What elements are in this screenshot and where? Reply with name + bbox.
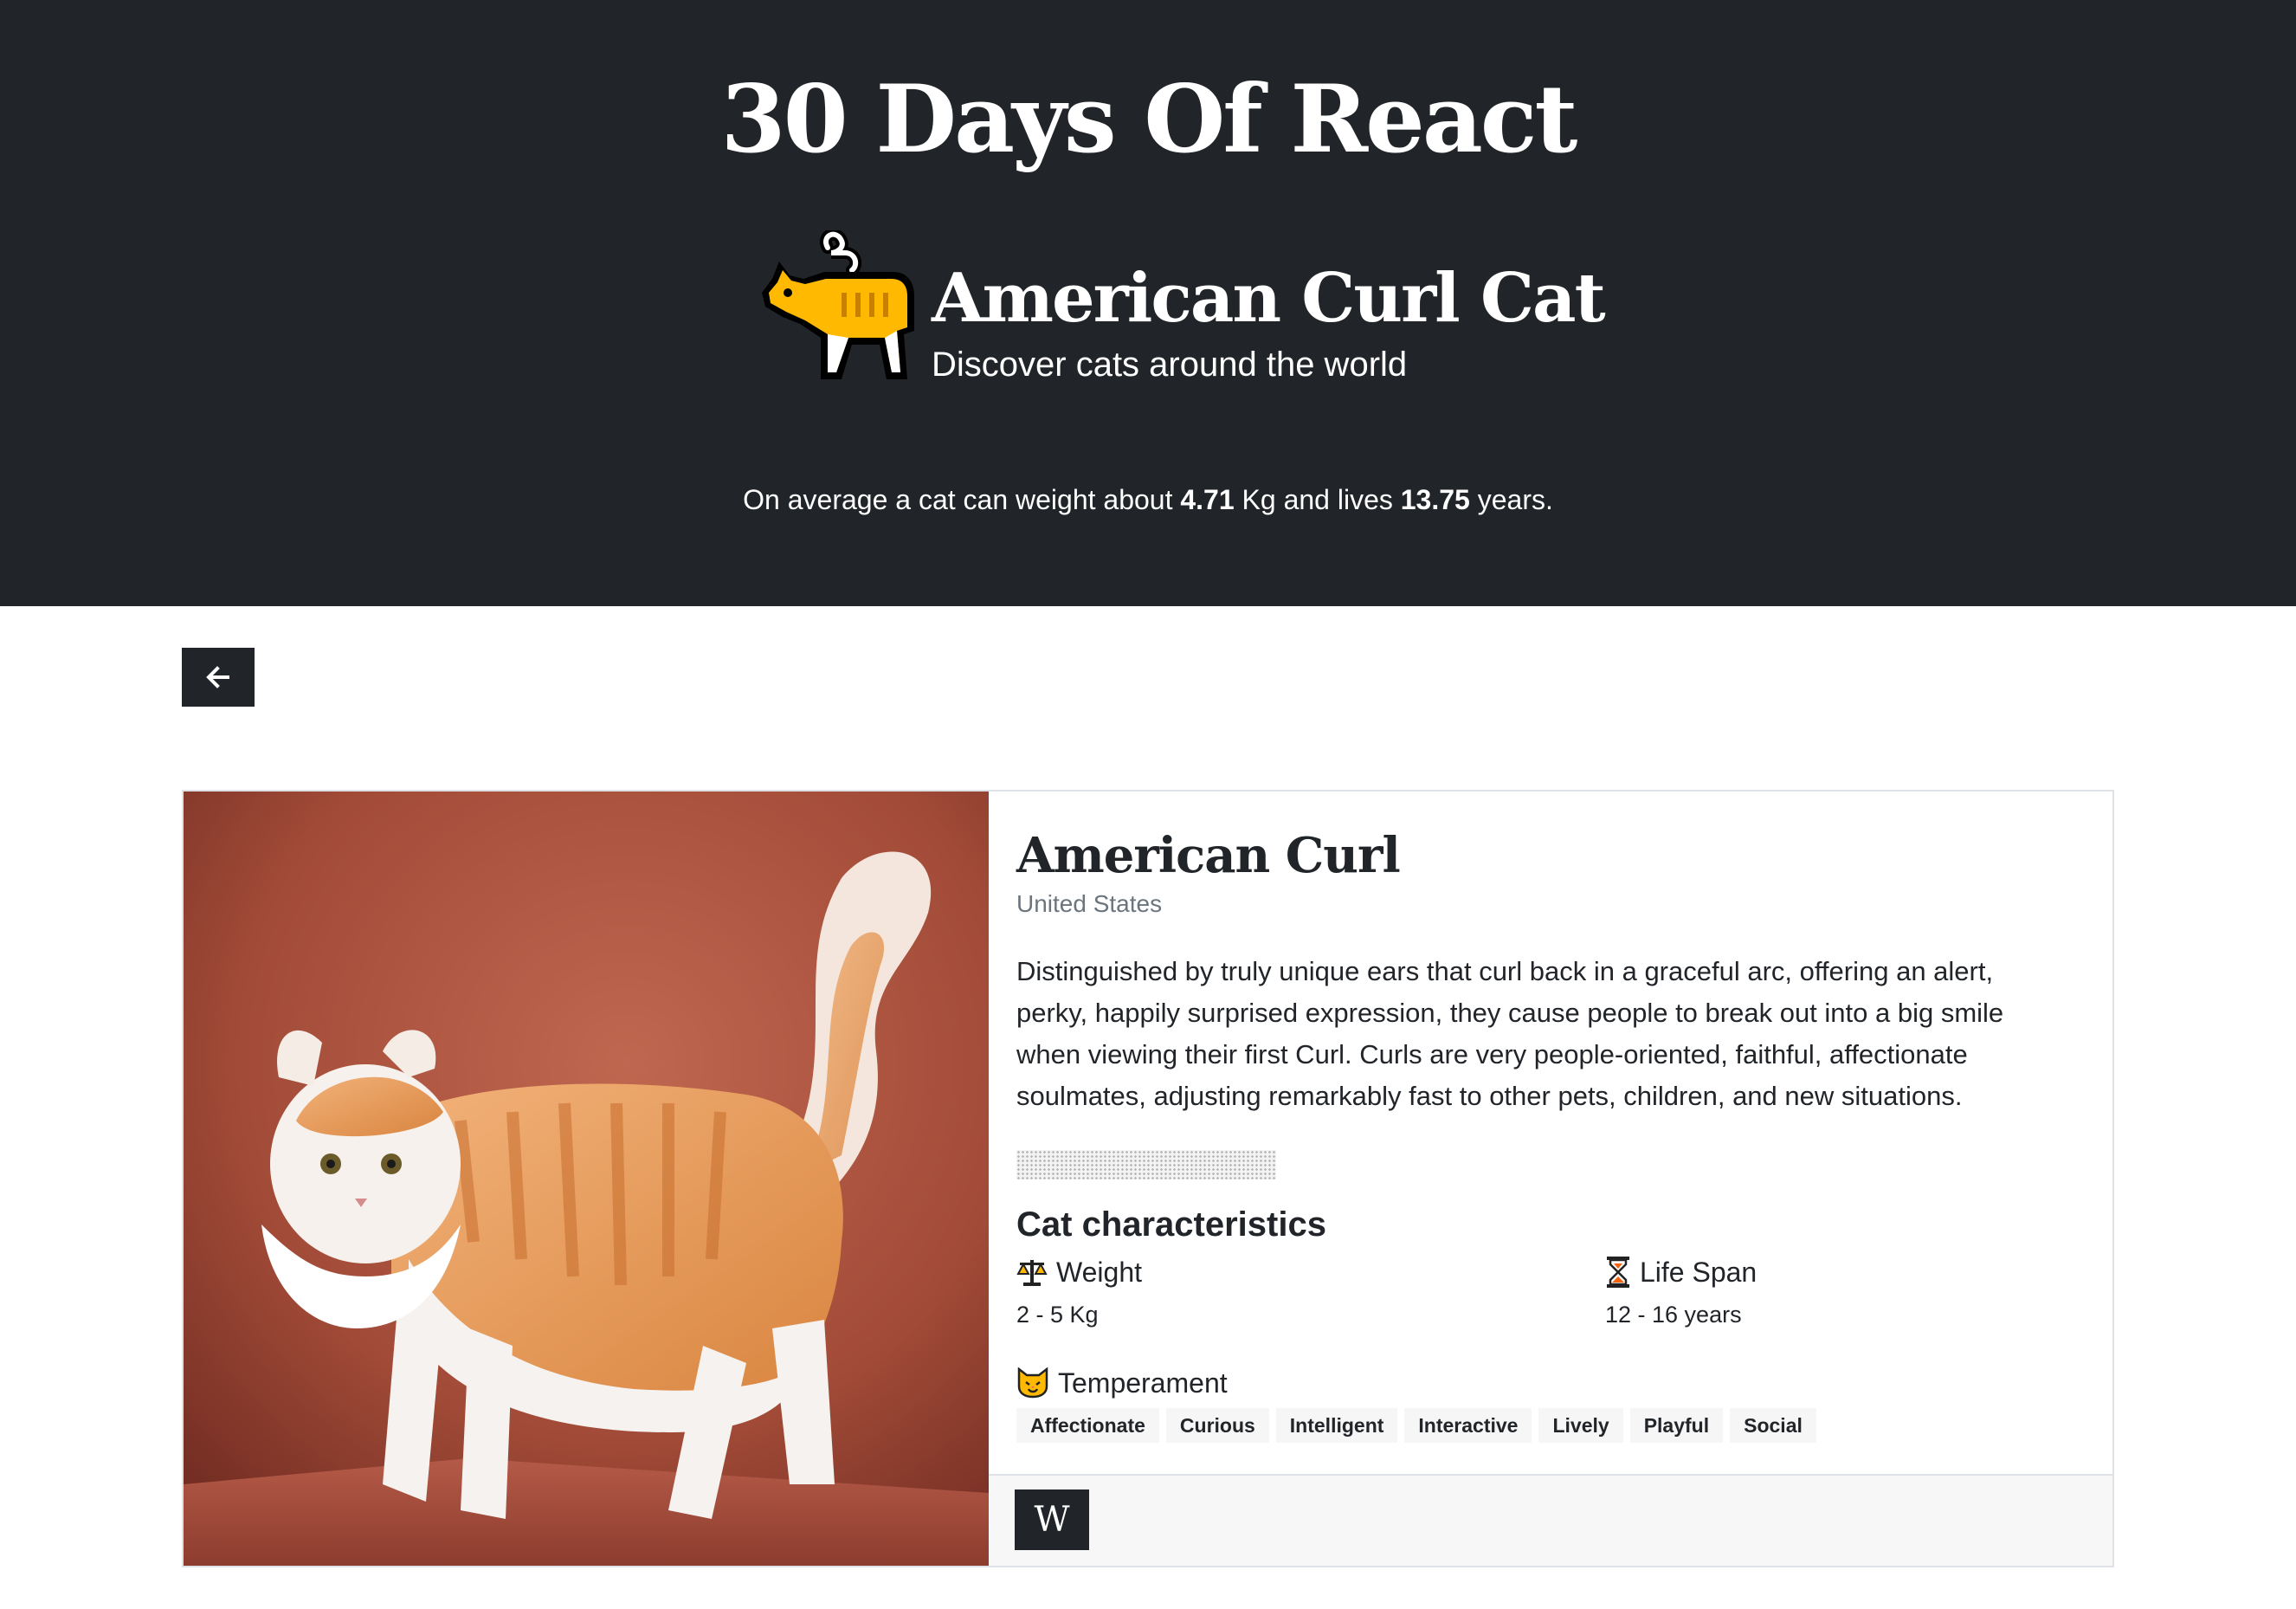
wikipedia-link-button[interactable]: W [1015,1489,1089,1550]
temperament-label: Temperament [1058,1367,1228,1399]
arrow-left-icon [206,666,229,688]
hourglass-icon [1607,1257,1629,1288]
page-header: 30 Days Of React American Curl Cat Disco… [0,0,2296,606]
cat-face-icon [1017,1367,1048,1399]
breed-info: American Curl United States Distinguishe… [989,792,2112,1474]
brand: American Curl Cat Discover cats around t… [755,230,1606,395]
brand-subtitle: Discover cats around the world [932,346,1408,384]
temperament-tag: Interactive [1404,1408,1532,1443]
weight-characteristic: Weight 2 - 5 Kg [1016,1250,1142,1334]
back-button[interactable] [182,648,255,707]
stats-weight: 4.71 [1180,484,1235,515]
card-footer: W [989,1474,2112,1566]
stats-middle: Kg and lives [1234,484,1401,515]
stats-lifespan: 13.75 [1400,484,1470,515]
characteristics-heading: Cat characteristics [1016,1205,1326,1244]
brand-title: American Curl Cat [932,259,1606,338]
temperament-tags: Affectionate Curious Intelligent Interac… [1016,1408,1816,1443]
temperament-characteristic: Temperament [1016,1361,1228,1405]
cat-icon [762,230,914,379]
breed-card: American Curl United States Distinguishe… [182,790,2114,1567]
stats-prefix: On average a cat can weight about [743,484,1181,515]
cat-photo [184,792,989,1566]
average-stats: On average a cat can weight about 4.71 K… [0,478,2296,521]
breed-name: American Curl [1016,827,1401,884]
lifespan-value: 12 - 16 years [1605,1302,1742,1328]
breed-origin: United States [1016,890,1163,917]
weight-value: 2 - 5 Kg [1016,1302,1099,1328]
breed-description: Distinguished by truly unique ears that … [1016,956,2004,1111]
temperament-tag: Social [1730,1408,1816,1443]
weight-label: Weight [1056,1257,1143,1288]
temperament-tag: Lively [1538,1408,1623,1443]
lifespan-characteristic: Life Span 12 - 16 years [1605,1250,1757,1334]
balance-scale-icon [1016,1260,1048,1286]
temperament-tag: Affectionate [1016,1408,1159,1443]
temperament-tag: Curious [1165,1408,1269,1443]
temperament-tag: Intelligent [1275,1408,1398,1443]
temperament-tag: Playful [1629,1408,1724,1443]
site-title: 30 Days Of React [720,65,1578,174]
divider [1016,1150,1276,1179]
stats-suffix: years. [1469,484,1553,515]
lifespan-label: Life Span [1640,1257,1757,1288]
